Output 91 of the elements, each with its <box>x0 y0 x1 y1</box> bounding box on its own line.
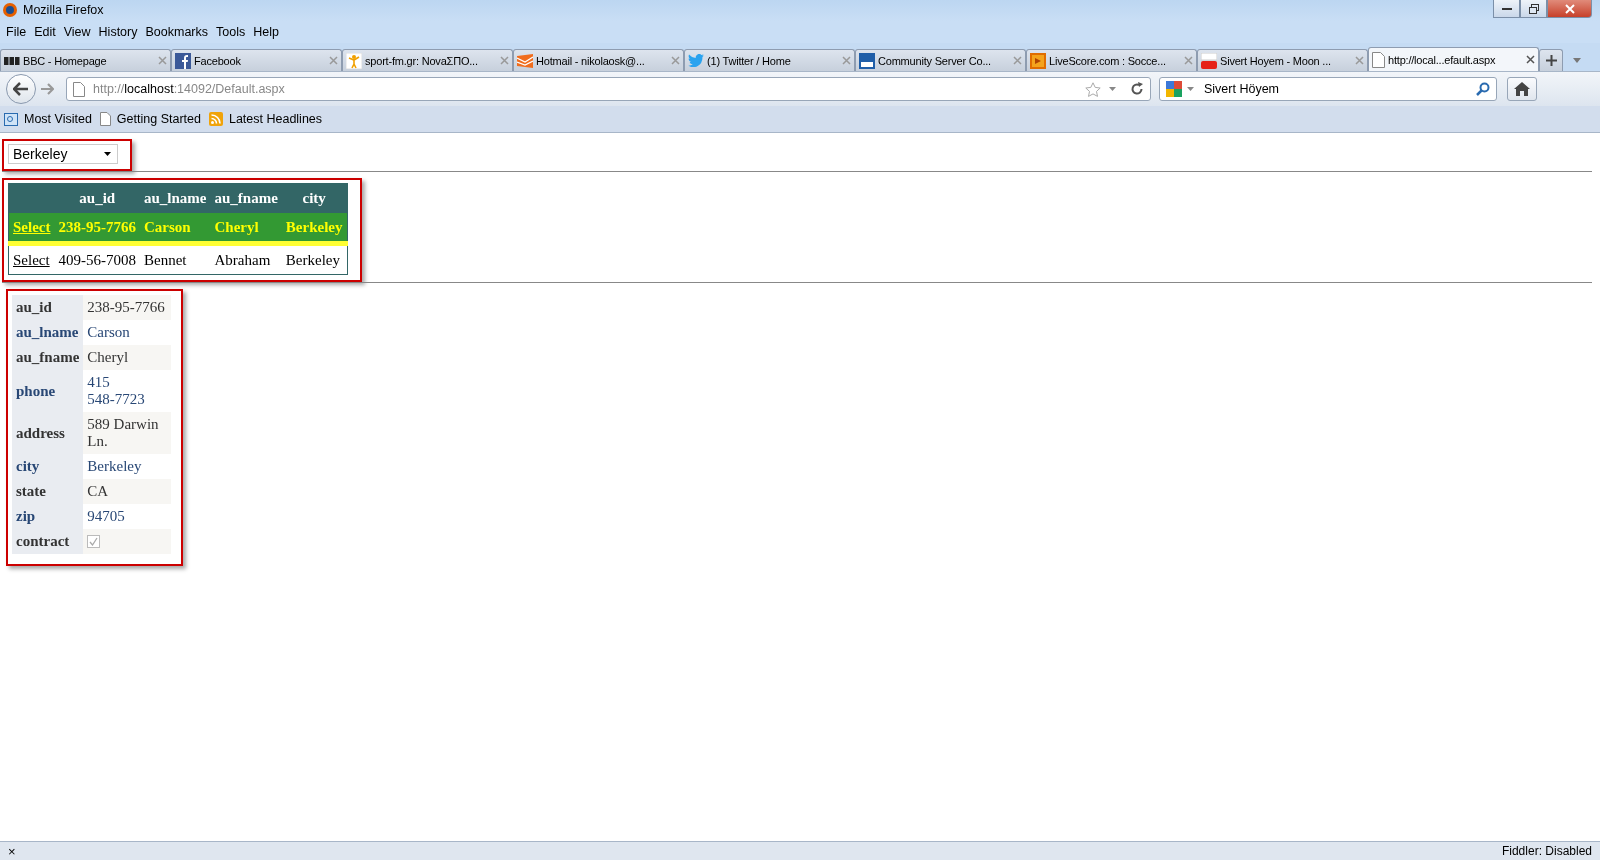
bookmark-item[interactable]: Latest Headlines <box>208 112 323 126</box>
field-value: 589 Darwin Ln. <box>87 416 159 449</box>
field-value: 238-95-7766 <box>87 299 165 315</box>
browser-tab[interactable]: Facebook <box>171 49 342 71</box>
wordmark-icon <box>4 56 20 65</box>
minimize-button[interactable] <box>1493 0 1520 18</box>
close-icon[interactable]: × <box>8 843 16 859</box>
browser-tab[interactable]: (1) Twitter / Home <box>684 49 855 71</box>
browser-tab[interactable]: Hotmail - nikolaosk@... <box>513 49 684 71</box>
field-label: au_lname <box>12 320 84 345</box>
table-row[interactable]: Select 409-56-7008 Bennet Abraham Berkeley <box>8 243 347 275</box>
envelope-icon <box>517 53 533 68</box>
search-field[interactable]: Sivert Höyem <box>1159 77 1497 101</box>
browser-tab[interactable]: LiveScore.com : Socce... <box>1026 49 1197 71</box>
page-icon <box>1372 51 1385 68</box>
page-icon <box>99 112 111 126</box>
menu-item[interactable]: Edit <box>30 23 60 41</box>
browser-tab[interactable]: BBC - Homepage <box>0 49 171 71</box>
back-arrow-icon <box>13 82 29 96</box>
field-label: state <box>12 479 84 504</box>
star-icon[interactable] <box>1085 81 1101 97</box>
field-label: zip <box>12 504 84 529</box>
field-value: 415 548-7723 <box>87 374 145 407</box>
reload-icon[interactable] <box>1130 82 1144 96</box>
table-cell: 409-56-7008 <box>54 243 140 275</box>
back-button[interactable] <box>6 74 36 104</box>
figure-icon <box>346 52 362 69</box>
browser-tab[interactable]: Sivert Hoyem - Moon ... <box>1197 49 1368 71</box>
page-icon <box>73 81 85 97</box>
firefox-logo-icon <box>2 2 18 18</box>
field-value: 94705 <box>87 508 125 524</box>
status-text: Fiddler: Disabled <box>1501 844 1592 858</box>
feed-icon <box>208 112 223 126</box>
column-header: au_id <box>54 183 140 213</box>
table-cell: Bennet <box>140 243 211 275</box>
home-button[interactable] <box>1507 77 1537 101</box>
column-header: au_lname <box>140 183 211 213</box>
menu-item[interactable]: View <box>59 23 95 41</box>
field-label: au_id <box>12 295 84 320</box>
table-cell: Abraham <box>210 243 282 275</box>
close-icon[interactable] <box>1526 55 1535 64</box>
menu-item[interactable]: File <box>2 23 31 41</box>
dropdown-arrow-icon[interactable] <box>1187 87 1194 91</box>
close-button[interactable] <box>1547 0 1592 18</box>
window-title: Mozilla Firefox <box>23 3 104 17</box>
dropdown-arrow-icon[interactable] <box>1573 58 1581 63</box>
field-label: contract <box>12 529 84 554</box>
field-value: Berkeley <box>87 458 142 474</box>
play-square-icon <box>1030 52 1046 69</box>
video-logo-icon <box>1201 52 1217 69</box>
restore-icon <box>1528 3 1539 14</box>
home-icon <box>1514 82 1530 96</box>
folder-icon <box>4 112 18 126</box>
menu-item[interactable]: History <box>94 23 142 41</box>
close-icon <box>1564 3 1575 14</box>
select-link[interactable]: Select <box>13 251 50 268</box>
column-header: city <box>281 183 347 213</box>
bird-icon <box>688 54 704 67</box>
table-cell: Berkeley <box>281 243 347 275</box>
address-field[interactable]: http://localhost:14092/Default.aspx <box>66 77 1151 101</box>
f-square-icon <box>175 52 191 69</box>
menu-item[interactable]: Bookmarks <box>141 23 212 41</box>
field-label: phone <box>12 370 84 412</box>
dropdown-arrow-icon[interactable] <box>1109 87 1116 91</box>
forward-arrow-icon[interactable] <box>40 83 54 95</box>
browser-tab[interactable]: http://local...efault.aspx <box>1368 47 1539 71</box>
browser-tab[interactable]: Community Server Co... <box>855 49 1026 71</box>
table-cell: Cheryl <box>210 213 282 244</box>
field-label: city <box>12 454 84 479</box>
table-cell: Berkeley <box>281 213 347 244</box>
field-value: CA <box>87 483 109 499</box>
multicolor-g-icon <box>1166 81 1182 97</box>
plus-icon <box>1545 55 1557 66</box>
field-value: Cheryl <box>87 349 129 365</box>
bookmark-item[interactable]: Most Visited <box>4 112 92 126</box>
city-dropdown[interactable]: Berkeley <box>8 144 118 164</box>
new-tab-button[interactable] <box>1539 49 1563 71</box>
table-cell: 238-95-7766 <box>54 213 140 244</box>
table-cell: Carson <box>140 213 211 244</box>
restore-button[interactable] <box>1520 0 1547 18</box>
framed-square-icon <box>859 52 875 69</box>
bookmark-item[interactable]: Getting Started <box>99 112 201 126</box>
field-value: Carson <box>87 324 130 340</box>
menu-item[interactable]: Help <box>249 23 283 41</box>
browser-tab[interactable]: sport-fm.gr: NovaΣΠΟ... <box>342 49 513 71</box>
field-label: address <box>12 412 84 454</box>
column-header: au_fname <box>210 183 282 213</box>
search-icon[interactable] <box>1476 82 1490 96</box>
caret-icon <box>104 152 111 156</box>
menu-item[interactable]: Tools <box>212 23 250 41</box>
field-label: au_fname <box>12 345 84 370</box>
